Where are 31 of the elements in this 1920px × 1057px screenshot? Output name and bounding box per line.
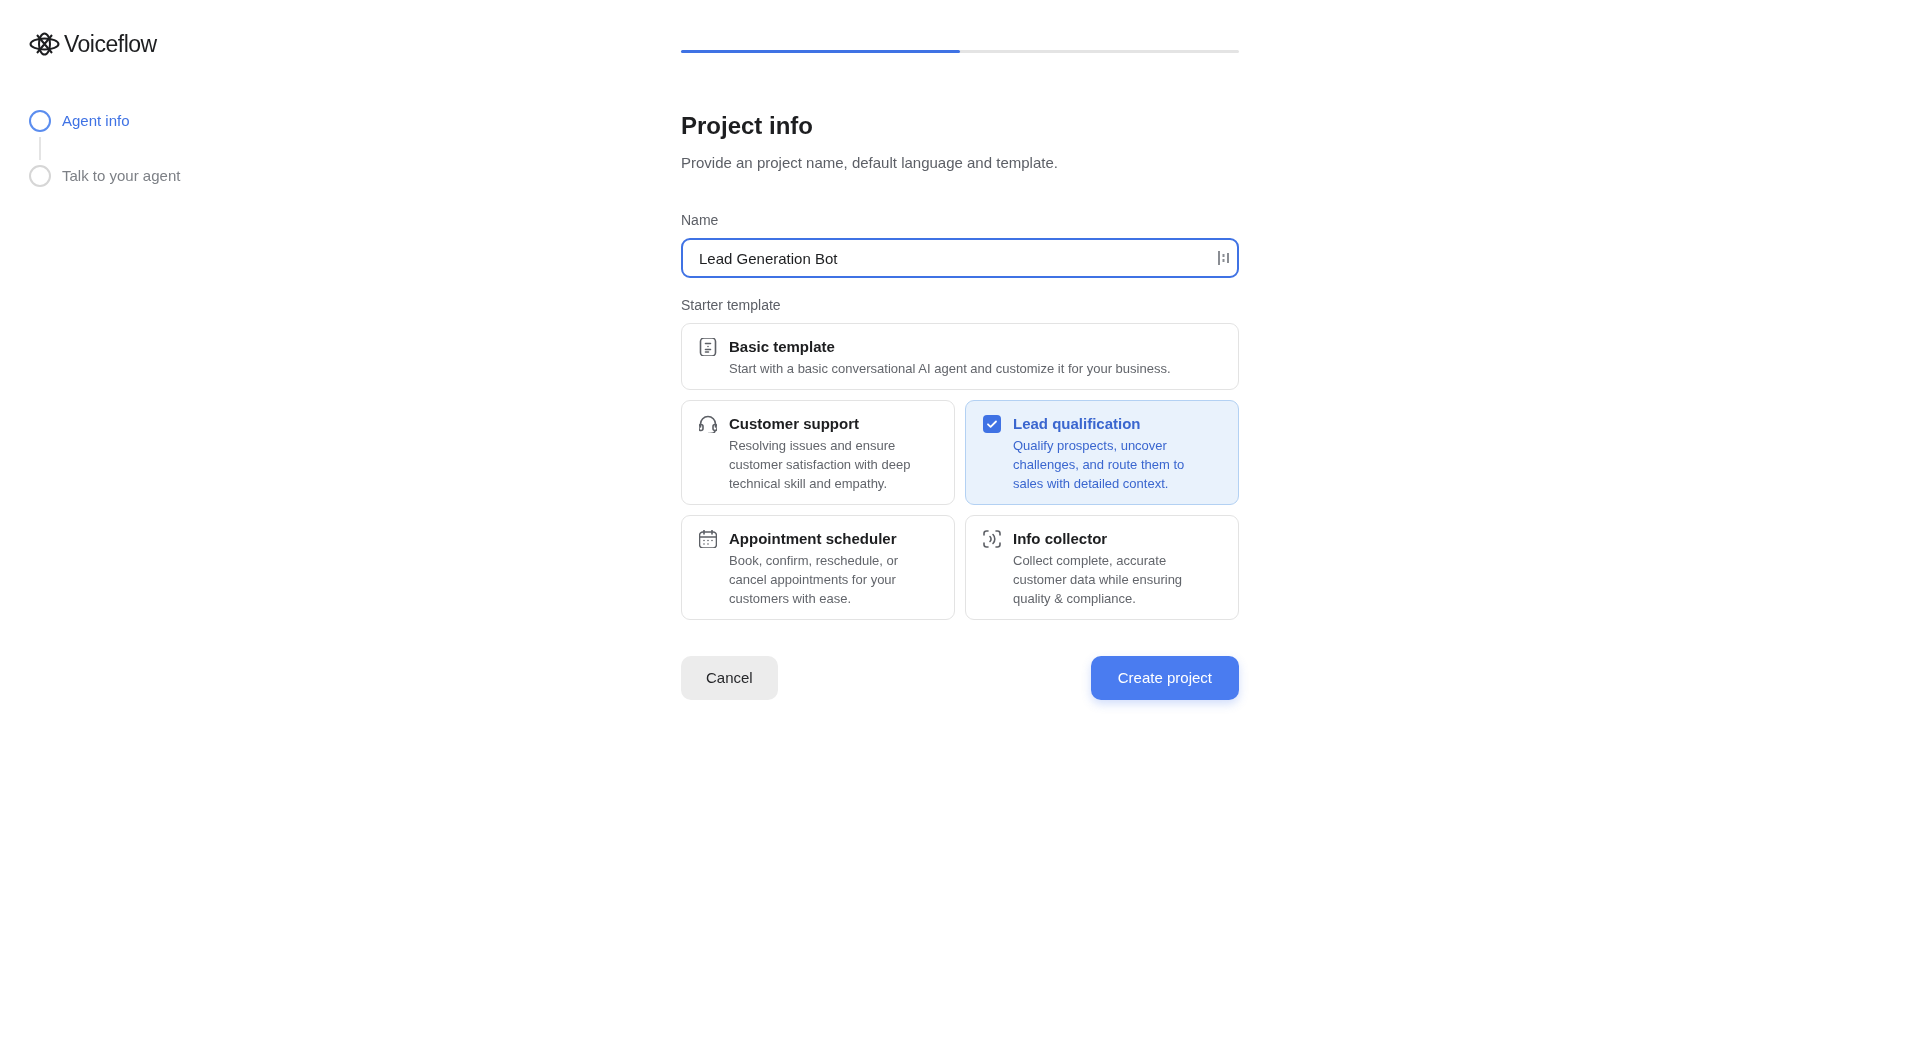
template-title: Customer support [729,414,860,434]
document-icon [699,338,717,356]
step-link[interactable]: Talk to your agent [29,165,181,187]
template-description: Book, confirm, reschedule, or cancel appointments for your customers with ease. [729,552,900,608]
headset-icon [699,415,717,433]
template-card[interactable]: Basic template Start with a basic conversational AI agent and customize it for your business. [681,323,1239,390]
template-title: Info collector [1013,529,1109,549]
template-description: Collect complete, accurate customer data while ensuring quality & compliance. [1013,552,1184,608]
template-card[interactable]: Customer support Resolving issues and ensure customer satisfaction with deep technical skill and empathy. [681,400,955,505]
checkbox-icon[interactable] [983,415,1001,433]
template-description: Start with a basic conversational AI agent and customize it for your business. [729,360,1171,378]
scan-icon [983,530,1001,548]
field-label: Name [681,211,719,230]
section-label: Starter template [681,296,781,315]
template-title: Basic template [729,337,836,357]
page-subtitle: Provide an project name, default language and template. [681,153,1059,173]
template-title: Appointment scheduler [729,529,898,549]
circle-icon [29,110,51,132]
create-project-button[interactable]: Create project [1090,656,1239,700]
template-description: Resolving issues and ensure customer satisfaction with deep technical skill and empathy. [729,437,912,493]
template-card[interactable]: Appointment scheduler Book, confirm, reschedule, or cancel appointments for your customers with ease. [681,515,955,620]
circle-icon [29,165,51,187]
cancel-button[interactable]: Cancel [681,656,778,700]
logo-text: Voiceflow [64,30,157,58]
step-link[interactable]: Agent info [29,110,130,132]
bars-icon[interactable] [1218,251,1229,265]
page-title: Project info [681,111,814,141]
logo-icon [29,32,60,56]
calendar-icon [699,530,717,548]
name-input[interactable]: Lead Generation Bot [681,238,1239,278]
template-card[interactable]: Info collector Collect complete, accurate customer data while ensuring quality & compliance. [965,515,1239,620]
